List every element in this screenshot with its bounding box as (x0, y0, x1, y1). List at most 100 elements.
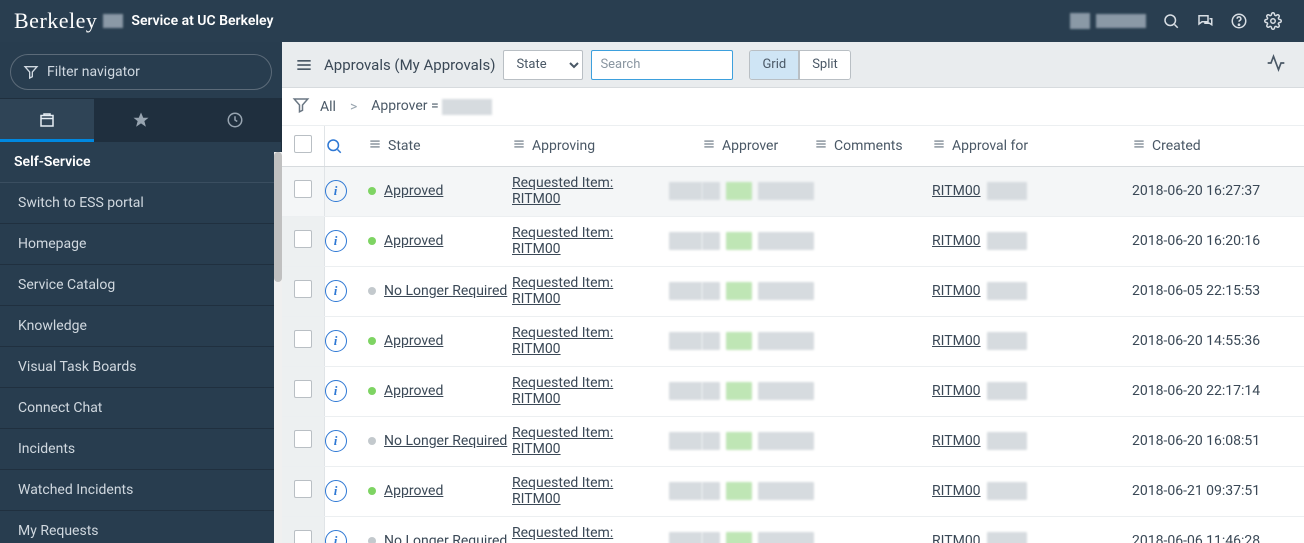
help-icon[interactable] (1222, 0, 1256, 42)
approval-for-link[interactable]: RITM00 (932, 383, 981, 399)
list-search-input[interactable] (591, 50, 733, 80)
sidebar-scroll[interactable]: Self-Service Switch to ESS portalHomepag… (0, 142, 282, 543)
column-header-approving[interactable]: Approving (532, 138, 595, 154)
approval-for-link[interactable]: RITM00 (932, 283, 981, 299)
approving-link[interactable]: Requested Item: RITM00 (512, 475, 663, 507)
approval-for-link[interactable]: RITM00 (932, 533, 981, 543)
approval-for-link[interactable]: RITM00 (932, 183, 981, 199)
search-field-select[interactable]: State (503, 50, 583, 80)
split-view-button[interactable]: Split (799, 51, 850, 79)
column-menu-icon[interactable] (702, 137, 716, 155)
state-dot-icon (368, 387, 376, 395)
column-menu-icon[interactable] (1132, 137, 1146, 155)
redacted (669, 332, 702, 350)
approving-link[interactable]: Requested Item: RITM00 (512, 225, 663, 257)
sidebar: Self-Service Switch to ESS portalHomepag… (0, 42, 282, 543)
sidebar-item[interactable]: Knowledge (0, 306, 281, 347)
approval-for-link[interactable]: RITM00 (932, 483, 981, 499)
approving-link[interactable]: Requested Item: RITM00 (512, 325, 663, 357)
row-checkbox[interactable] (294, 330, 312, 348)
state-dot-icon (368, 287, 376, 295)
list-menu-icon[interactable] (292, 53, 316, 77)
approving-link[interactable]: Requested Item: RITM00 (512, 275, 663, 307)
column-header-comments[interactable]: Comments (834, 138, 903, 154)
row-checkbox[interactable] (294, 180, 312, 198)
sidebar-tab-all[interactable] (0, 99, 94, 141)
state-link[interactable]: No Longer Required (384, 433, 507, 449)
approving-link[interactable]: Requested Item: RITM00 (512, 425, 663, 457)
row-info-icon[interactable]: i (325, 430, 347, 452)
breadcrumb-all[interactable]: All (320, 99, 336, 115)
created-cell: 2018-06-20 14:55:36 (1132, 316, 1304, 366)
column-search-icon[interactable] (325, 126, 369, 166)
row-checkbox[interactable] (294, 380, 312, 398)
row-info-icon[interactable]: i (325, 330, 347, 352)
column-menu-icon[interactable] (932, 137, 946, 155)
row-info-icon[interactable]: i (325, 180, 347, 202)
sidebar-tabs (0, 98, 282, 142)
sidebar-item[interactable]: Incidents (0, 429, 281, 470)
approval-for-link[interactable]: RITM00 (932, 333, 981, 349)
filter-funnel-icon[interactable] (292, 96, 310, 118)
approval-for-link[interactable]: RITM00 (932, 233, 981, 249)
sidebar-item[interactable]: Watched Incidents (0, 470, 281, 511)
state-link[interactable]: No Longer Required (384, 283, 507, 299)
activity-stream-icon[interactable] (1266, 53, 1290, 77)
sidebar-tab-history[interactable] (188, 99, 282, 141)
row-checkbox[interactable] (294, 430, 312, 448)
state-link[interactable]: Approved (384, 383, 443, 399)
sidebar-item[interactable]: My Requests (0, 511, 281, 543)
sidebar-section-self-service[interactable]: Self-Service (0, 142, 281, 183)
state-dot-icon (368, 187, 376, 195)
filter-navigator-wrap[interactable] (10, 54, 272, 90)
row-checkbox[interactable] (294, 480, 312, 498)
chat-icon[interactable] (1188, 0, 1222, 42)
table-row: i No Longer Required Requested Item: RITM0… (282, 516, 1304, 543)
grid-view-button[interactable]: Grid (750, 51, 799, 79)
state-link[interactable]: Approved (384, 183, 443, 199)
row-checkbox[interactable] (294, 230, 312, 248)
row-checkbox[interactable] (294, 530, 312, 543)
filter-navigator-input[interactable] (47, 64, 259, 80)
select-all-checkbox[interactable] (294, 135, 312, 153)
column-header-approver[interactable]: Approver (722, 138, 778, 154)
sidebar-item[interactable]: Visual Task Boards (0, 347, 281, 388)
redacted (669, 432, 702, 450)
gear-icon[interactable] (1256, 0, 1290, 42)
row-info-icon[interactable]: i (325, 480, 347, 502)
state-dot-icon (368, 337, 376, 345)
breadcrumb-approver-value-redacted (442, 99, 492, 115)
column-menu-icon[interactable] (512, 137, 526, 155)
sidebar-tab-favorites[interactable] (94, 99, 188, 141)
approval-for-link[interactable]: RITM00 (932, 433, 981, 449)
column-header-state[interactable]: State (388, 138, 421, 154)
column-header-approval-for[interactable]: Approval for (952, 138, 1028, 154)
sidebar-item[interactable]: Switch to ESS portal (0, 183, 281, 224)
sidebar-item[interactable]: Connect Chat (0, 388, 281, 429)
list-title: Approvals (My Approvals) (324, 56, 495, 74)
approving-link[interactable]: Requested Item: RITM00 (512, 175, 663, 207)
row-info-icon[interactable]: i (325, 380, 347, 402)
row-info-icon[interactable]: i (325, 530, 347, 543)
comments-cell (814, 466, 932, 516)
user-display[interactable] (1070, 13, 1146, 29)
column-menu-icon[interactable] (814, 137, 828, 155)
search-icon[interactable] (1154, 0, 1188, 42)
column-header-created[interactable]: Created (1152, 138, 1201, 154)
row-info-icon[interactable]: i (325, 280, 347, 302)
state-link[interactable]: Approved (384, 233, 443, 249)
approving-link[interactable]: Requested Item: RITM00 (512, 525, 663, 543)
comments-cell (814, 266, 932, 316)
row-info-icon[interactable]: i (325, 230, 347, 252)
approving-link[interactable]: Requested Item: RITM00 (512, 375, 663, 407)
breadcrumb-approver[interactable]: Approver = (371, 98, 438, 114)
sidebar-item[interactable]: Service Catalog (0, 265, 281, 306)
column-menu-icon[interactable] (368, 137, 382, 155)
row-checkbox[interactable] (294, 280, 312, 298)
redacted (669, 482, 702, 500)
sidebar-item[interactable]: Homepage (0, 224, 281, 265)
state-link[interactable]: Approved (384, 333, 443, 349)
state-link[interactable]: No Longer Required (384, 533, 507, 543)
state-link[interactable]: Approved (384, 483, 443, 499)
sidebar-scrollbar[interactable] (274, 152, 282, 543)
